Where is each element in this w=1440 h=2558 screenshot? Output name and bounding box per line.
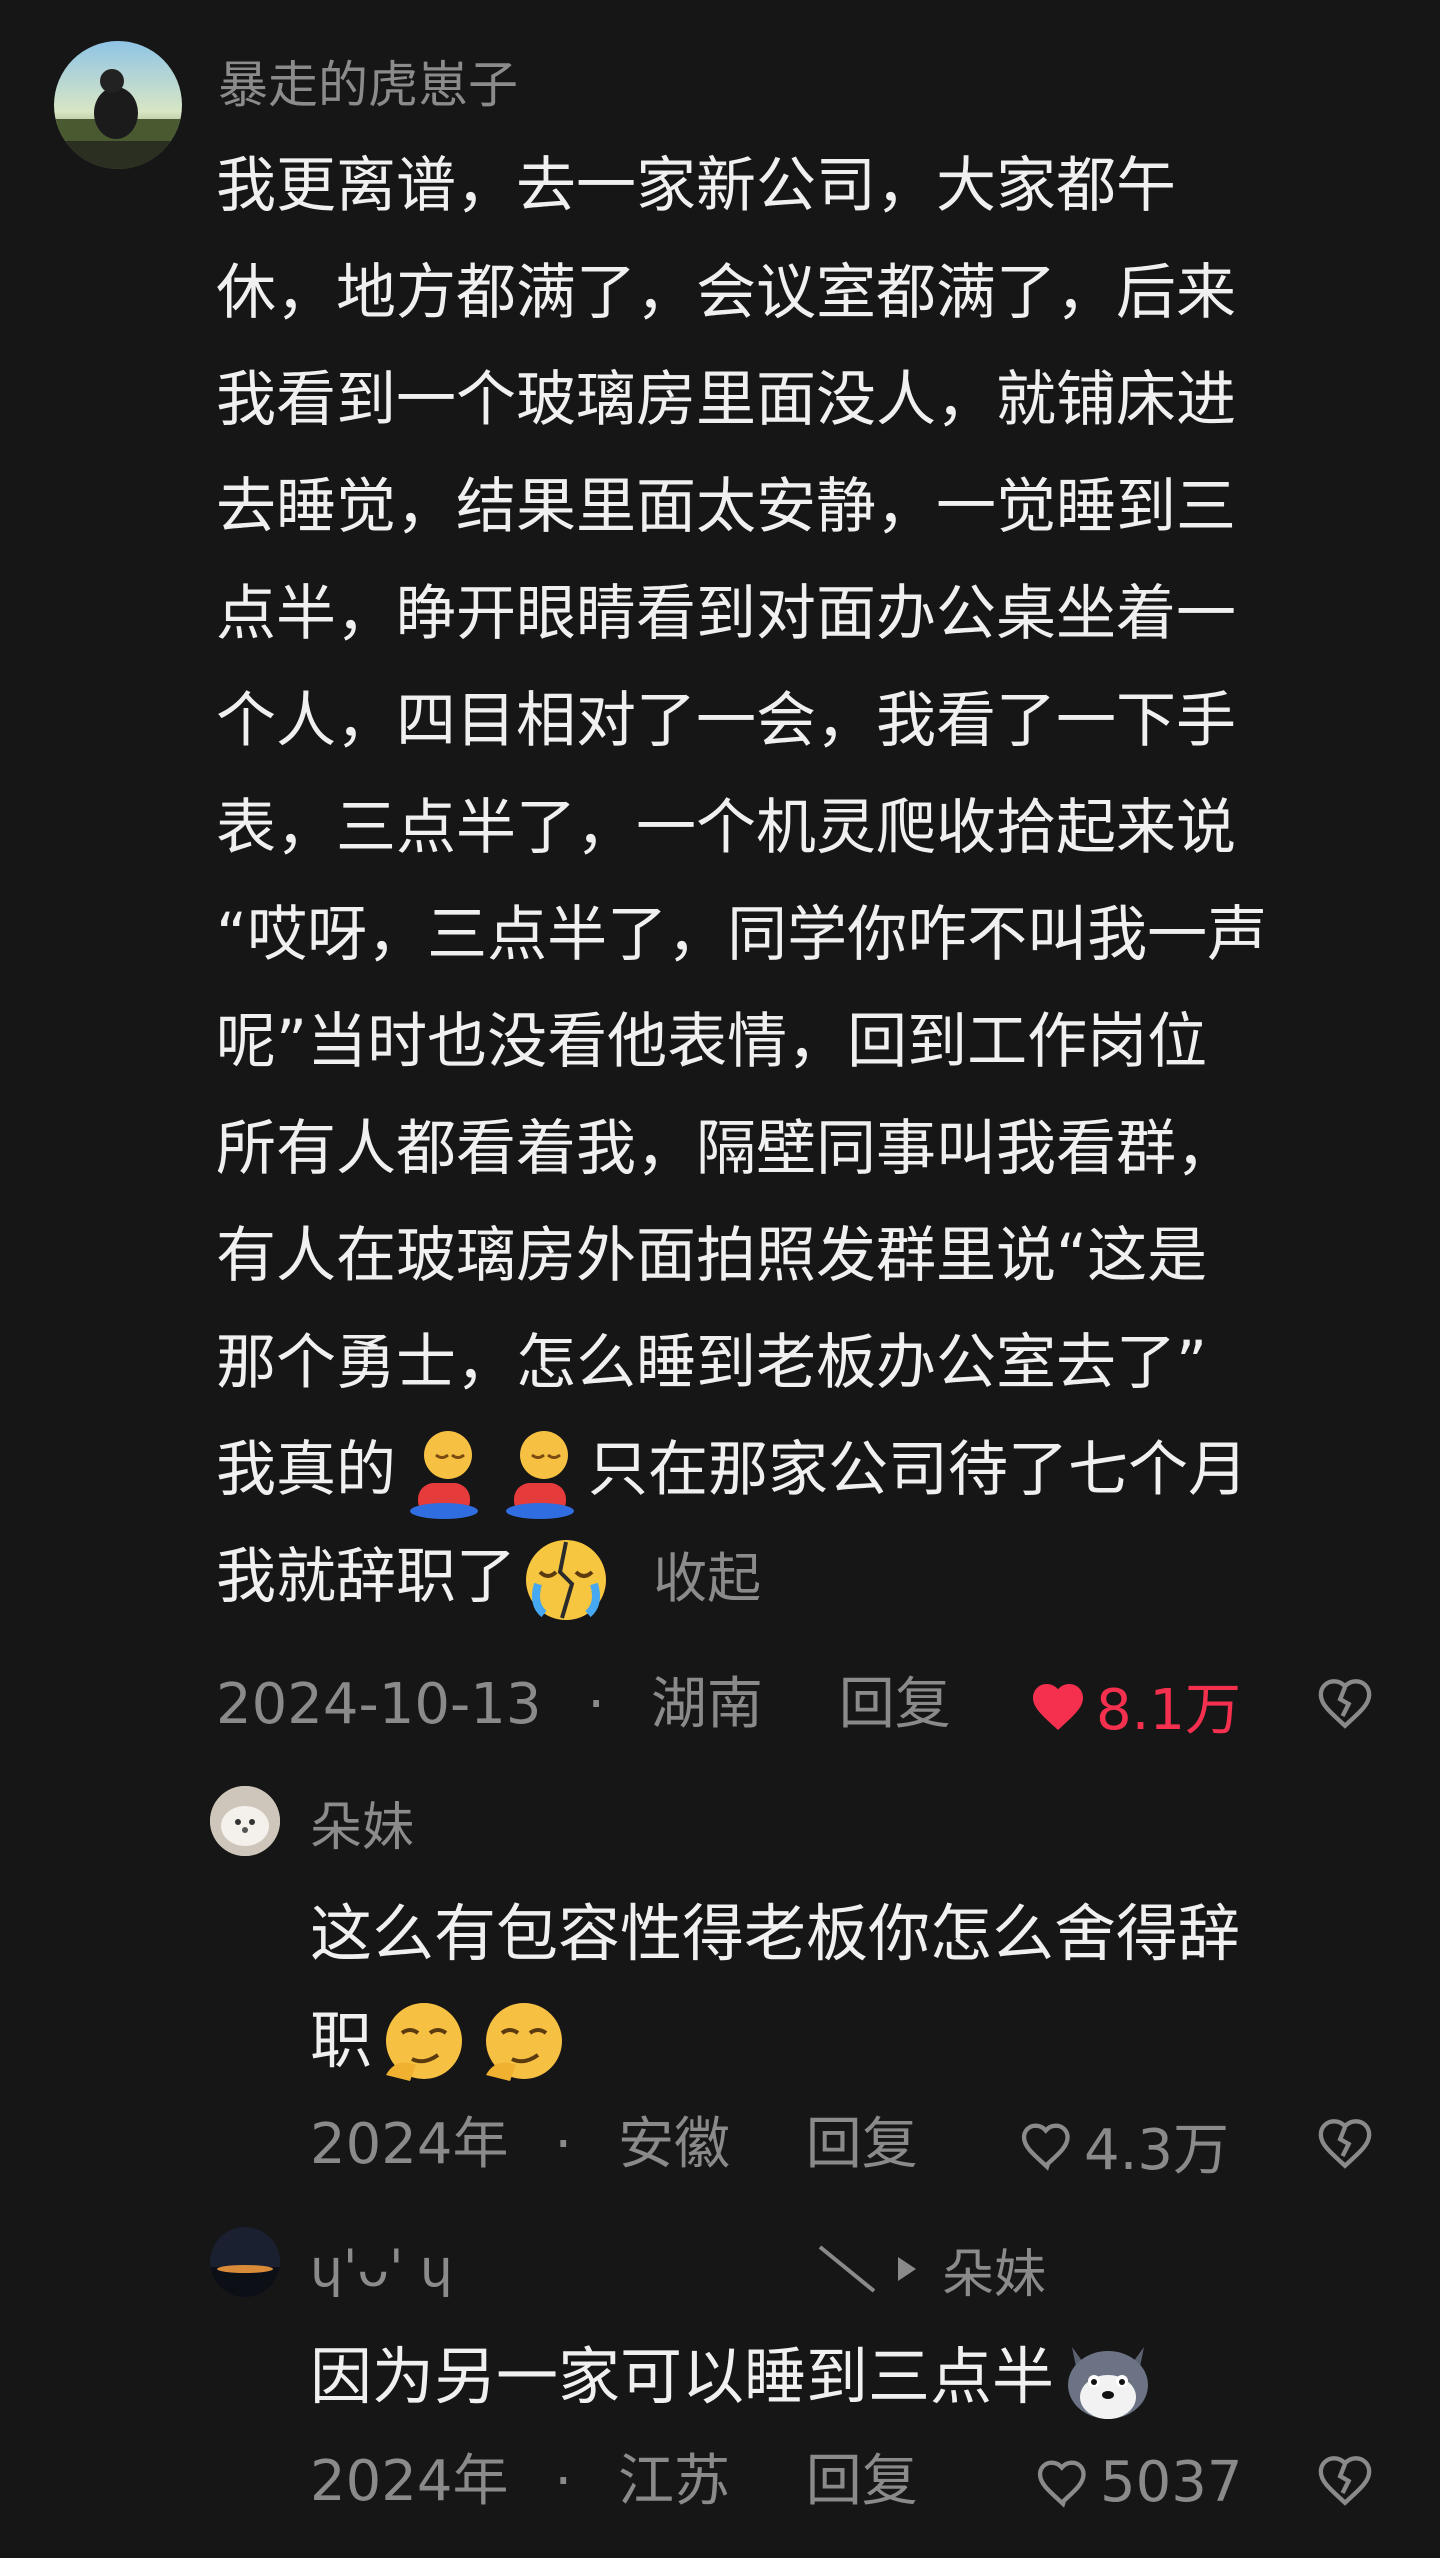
reply-line-text: 职: [310, 2004, 373, 2077]
reply-location: 安徽: [617, 2112, 730, 2177]
dislike-button[interactable]: [1316, 2452, 1374, 2510]
comment-line: 所有人都看着我，隔壁同事叫我看群，: [216, 1114, 1236, 1184]
comment-line: 我更离谱，去一家新公司，大家都午: [216, 151, 1176, 221]
comment-line: 个人，四目相对了一会，我看了一下手: [216, 686, 1236, 756]
reply-username[interactable]: ɥ'ᴗ' ɥ: [310, 2236, 453, 2302]
comment-line-text: 只在那家公司待了七个月: [588, 1435, 1248, 1505]
heart-outline-icon: [1034, 2455, 1092, 2509]
husky-emoji: [1058, 2327, 1158, 2427]
thinking-smirk-emoji: [472, 1995, 572, 2095]
reply-button[interactable]: 回复: [839, 1672, 951, 1737]
comment-line: 点半，睁开眼睛看到对面办公桌坐着一: [216, 579, 1236, 649]
reply-line: 职: [310, 1987, 1390, 2095]
avatar[interactable]: [210, 1786, 280, 1856]
reply-button[interactable]: 回复: [806, 2112, 918, 2177]
like-count: 5037: [1100, 2449, 1243, 2515]
reply-target: 朵妹: [812, 2236, 1046, 2305]
broken-heart-icon: [1318, 1679, 1372, 1729]
comment-line: 那个勇士，怎么睡到老板办公室去了”: [216, 1328, 1208, 1398]
broken-heart-icon: [1318, 2456, 1372, 2506]
heart-filled-icon: [1028, 1677, 1088, 1733]
reply-line: 这么有包容性得老板你怎么舍得辞: [310, 1897, 1241, 1970]
comment-text: 我更离谱，去一家新公司，大家都午 休，地方都满了，会议室都满了，后来 我看到一个…: [216, 133, 1386, 1632]
comment-line: 休，地方都满了，会议室都满了，后来: [216, 258, 1236, 328]
like-button[interactable]: 4.3万: [1018, 2110, 1229, 2183]
comment-line: 有人在玻璃房外面拍照发群里说“这是: [216, 1221, 1208, 1291]
comment-line: 我看到一个玻璃房里面没人，就铺床进: [216, 365, 1236, 435]
reply-arrow-icon: [812, 2239, 942, 2299]
like-button[interactable]: 5037: [1034, 2447, 1243, 2517]
comment-line: 我就辞职了 收起: [216, 1524, 1386, 1632]
reply-button[interactable]: 回复: [806, 2449, 918, 2514]
comment-line-text: 我真的: [216, 1435, 396, 1505]
reply-text: 这么有包容性得老板你怎么舍得辞 职: [310, 1880, 1390, 2095]
meta-dot: ·: [587, 1672, 606, 1737]
reply-target-name[interactable]: 朵妹: [942, 2232, 1046, 2307]
thinking-smirk-emoji: [372, 1995, 472, 2095]
collapse-link[interactable]: 收起: [653, 1547, 761, 1610]
like-count: 8.1万: [1096, 1677, 1242, 1743]
meta-dot: ·: [554, 2449, 573, 2514]
crying-broken-emoji: [516, 1532, 616, 1628]
reply-date: 2024年: [310, 2112, 509, 2177]
broken-heart-icon: [1318, 2119, 1372, 2169]
comment-line-text: 我就辞职了: [216, 1542, 516, 1612]
dislike-button[interactable]: [1316, 1675, 1374, 1733]
like-button[interactable]: 8.1万: [1028, 1670, 1241, 1743]
reply-meta: 2024年 · 江苏 回复: [310, 2447, 918, 2517]
comment-line: 表，三点半了，一个机灵爬收拾起来说: [216, 793, 1236, 863]
comment-date: 2024-10-13: [216, 1672, 542, 1737]
comment-line: 我真的 只在那家公司待了七个月: [216, 1417, 1386, 1524]
pray-sleep-emoji: [492, 1425, 588, 1521]
like-count: 4.3万: [1084, 2117, 1230, 2183]
avatar[interactable]: [210, 2227, 280, 2297]
reply-text: 因为另一家可以睡到三点半: [310, 2323, 1390, 2430]
comment-line: 呢”当时也没看他表情，回到工作岗位: [216, 1007, 1208, 1077]
reply-line-text: 因为另一家可以睡到三点半: [310, 2340, 1055, 2413]
dislike-button[interactable]: [1316, 2115, 1374, 2173]
avatar[interactable]: [54, 41, 182, 169]
reply-date: 2024年: [310, 2449, 509, 2514]
comment-location: 湖南: [650, 1672, 763, 1737]
comment-line: 去睡觉，结果里面太安静，一觉睡到三: [216, 472, 1236, 542]
heart-outline-icon: [1018, 2118, 1076, 2172]
reply-username[interactable]: 朵妹: [310, 1795, 414, 1861]
comment-line: “哎呀，三点半了，同学你咋不叫我一声: [216, 900, 1268, 970]
reply-meta: 2024年 · 安徽 回复: [310, 2110, 918, 2180]
pray-sleep-emoji: [396, 1425, 492, 1521]
reply-location: 江苏: [617, 2449, 730, 2514]
comment-username[interactable]: 暴走的虎崽子: [218, 52, 518, 118]
meta-dot: ·: [554, 2112, 573, 2177]
